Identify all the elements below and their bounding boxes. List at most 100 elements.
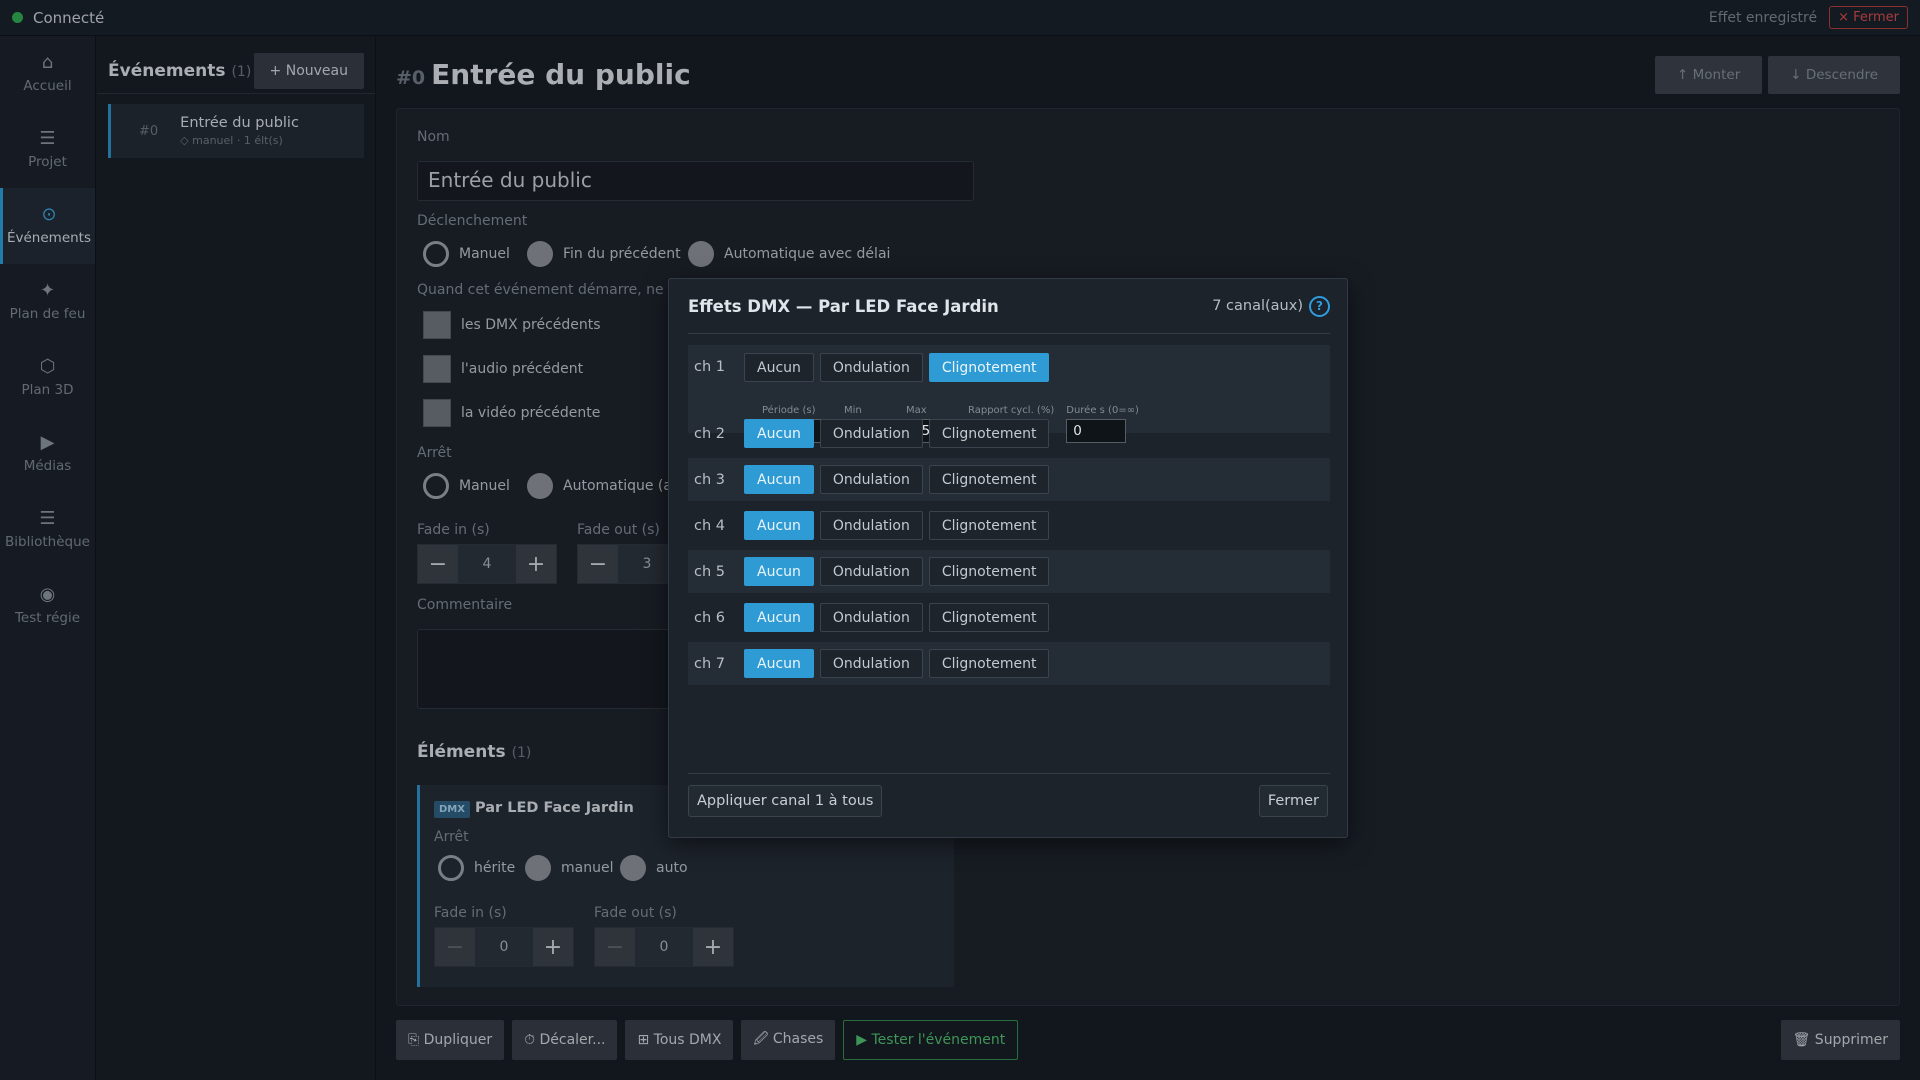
effect-option-none[interactable]: Aucun bbox=[744, 511, 814, 540]
bottom-toolbar: ⎘ Dupliquer ⏱ Décaler... ⊞ Tous DMX 🖉 Ch… bbox=[396, 1020, 1019, 1060]
events-panel-title-wrap: Événements (1) bbox=[108, 61, 251, 81]
sidebar-item-project[interactable]: ☰ Projet bbox=[0, 112, 95, 188]
channel-row: ch 4 Aucun Ondulation Clignotement bbox=[688, 504, 1330, 547]
radio-icon bbox=[620, 855, 646, 881]
sidebar-item-home[interactable]: ⌂ Accueil bbox=[0, 36, 95, 112]
move-up-button[interactable]: ↑ Monter bbox=[1655, 56, 1763, 94]
sidebar-item-test[interactable]: ◉ Test régie bbox=[0, 568, 95, 644]
test-icon: ◉ bbox=[39, 584, 56, 605]
sidebar-item-events[interactable]: ⊙ Événements bbox=[0, 188, 95, 264]
radio-label: Manuel bbox=[459, 246, 510, 262]
effect-option-blink[interactable]: Clignotement bbox=[928, 353, 1050, 382]
shift-button[interactable]: ⏱ Décaler... bbox=[512, 1020, 618, 1060]
fade-in-value[interactable]: 4 bbox=[458, 545, 516, 583]
home-icon: ⌂ bbox=[41, 52, 54, 73]
event-subtitle: ◇ manuel · 1 élt(s) bbox=[180, 134, 283, 147]
library-icon: ☰ bbox=[39, 508, 56, 529]
trigger-after-previous-radio[interactable]: Fin du précédent bbox=[527, 241, 681, 267]
modal-close-button[interactable]: Fermer bbox=[1258, 785, 1328, 817]
sidebar-item-library[interactable]: ☰ Bibliothèque bbox=[0, 492, 95, 568]
events-icon: ⊙ bbox=[41, 204, 57, 225]
trigger-auto-delay-radio[interactable]: Automatique avec délai bbox=[688, 241, 890, 267]
effect-option-none[interactable]: Aucun bbox=[744, 557, 814, 586]
dmx-effects-modal: Effets DMX — Par LED Face Jardin 7 canal… bbox=[668, 278, 1348, 838]
effect-option-blink[interactable]: Clignotement bbox=[928, 511, 1050, 540]
plus-icon[interactable]: + bbox=[516, 545, 556, 583]
events-panel-header: Événements (1) + Nouveau bbox=[97, 36, 375, 94]
effect-option-wave[interactable]: Ondulation bbox=[819, 419, 923, 448]
plus-icon[interactable]: + bbox=[533, 928, 573, 966]
effect-option-wave[interactable]: Ondulation bbox=[819, 465, 923, 494]
sidebar-item-fire-plan[interactable]: ✦ Plan de feu bbox=[0, 264, 95, 340]
radio-label: hérite bbox=[474, 860, 516, 876]
effect-option-none[interactable]: Aucun bbox=[744, 649, 814, 678]
duplicate-button[interactable]: ⎘ Dupliquer bbox=[396, 1020, 505, 1060]
sidebar-item-3d-plan[interactable]: ⬡ Plan 3D bbox=[0, 340, 95, 416]
trigger-manual-radio[interactable]: Manuel bbox=[423, 241, 510, 267]
effect-option-blink[interactable]: Clignotement bbox=[928, 419, 1050, 448]
minus-icon[interactable]: − bbox=[595, 928, 635, 966]
effect-option-wave[interactable]: Ondulation bbox=[819, 557, 923, 586]
channel-label: ch 4 bbox=[694, 517, 725, 534]
all-dmx-button[interactable]: ⊞ Tous DMX bbox=[625, 1020, 734, 1060]
effect-option-wave[interactable]: Ondulation bbox=[819, 649, 923, 678]
modal-footer-divider bbox=[688, 773, 1330, 774]
effect-option-wave[interactable]: Ondulation bbox=[819, 603, 923, 632]
minus-icon[interactable]: − bbox=[435, 928, 475, 966]
element-stop-auto-radio[interactable]: auto bbox=[620, 855, 688, 881]
effect-option-none[interactable]: Aucun bbox=[744, 353, 814, 382]
sidebar-item-media[interactable]: ▶ Médias bbox=[0, 416, 95, 492]
channel-row: ch 6 Aucun Ondulation Clignotement bbox=[688, 596, 1330, 639]
checkbox-icon bbox=[423, 311, 451, 339]
effect-option-wave[interactable]: Ondulation bbox=[819, 511, 923, 540]
elements-count: (1) bbox=[511, 745, 532, 761]
trigger-label: Déclenchement bbox=[417, 213, 528, 229]
channel-label: ch 1 bbox=[694, 359, 725, 375]
effect-option-blink[interactable]: Clignotement bbox=[928, 557, 1050, 586]
channel-row: ch 2 Aucun Ondulation Clignotement bbox=[688, 412, 1330, 455]
effect-option-blink[interactable]: Clignotement bbox=[928, 465, 1050, 494]
delete-button[interactable]: 🗑 Supprimer bbox=[1780, 1020, 1900, 1060]
effect-option-none[interactable]: Aucun bbox=[744, 603, 814, 632]
minus-icon[interactable]: − bbox=[578, 545, 618, 583]
element-stop-manual-radio[interactable]: manuel bbox=[525, 855, 613, 881]
fade-in-stepper: −4 + bbox=[417, 544, 557, 584]
fade-out-label: Fade out (s) bbox=[577, 522, 660, 538]
page-title: #0 Entrée du public bbox=[396, 58, 691, 91]
event-number-title: #0 bbox=[396, 67, 426, 89]
effect-option-blink[interactable]: Clignotement bbox=[928, 649, 1050, 678]
stop-video-checkbox[interactable]: la vidéo précédente bbox=[423, 399, 600, 427]
effect-option-blink[interactable]: Clignotement bbox=[928, 603, 1050, 632]
radio-icon bbox=[527, 473, 553, 499]
effect-option-none[interactable]: Aucun bbox=[744, 465, 814, 494]
channels-count: 7 canal(aux) bbox=[1212, 298, 1303, 314]
apply-channel-to-all-button[interactable]: Appliquer canal 1 à tous bbox=[688, 785, 883, 817]
stop-dmx-checkbox[interactable]: les DMX précédents bbox=[423, 311, 601, 339]
element-fade-in-stepper: −0 + bbox=[434, 927, 574, 967]
name-input[interactable]: Entrée du public bbox=[417, 161, 974, 201]
help-icon[interactable]: ? bbox=[1309, 295, 1330, 317]
radio-icon bbox=[423, 241, 449, 267]
element-stop-inherit-radio[interactable]: hérite bbox=[438, 855, 515, 881]
top-right-area: Effet enregistré × Fermer bbox=[1709, 6, 1908, 29]
event-list-item[interactable]: #0 Entrée du public ◇ manuel · 1 élt(s) bbox=[108, 104, 364, 158]
plus-icon[interactable]: + bbox=[693, 928, 733, 966]
element-stop-label: Arrêt bbox=[434, 829, 469, 845]
new-event-button[interactable]: + Nouveau bbox=[253, 52, 364, 89]
element-fade-out-value[interactable]: 0 bbox=[635, 928, 693, 966]
test-event-button[interactable]: ▶ Tester l'événement bbox=[843, 1020, 1019, 1060]
sidebar-item-label: Projet bbox=[28, 154, 67, 170]
move-down-button[interactable]: ↓ Descendre bbox=[1768, 56, 1900, 94]
effect-option-wave[interactable]: Ondulation bbox=[819, 353, 923, 382]
radio-icon bbox=[525, 855, 551, 881]
minus-icon[interactable]: − bbox=[418, 545, 458, 583]
stop-audio-checkbox[interactable]: l'audio précédent bbox=[423, 355, 583, 383]
sidebar-item-label: Événements bbox=[6, 230, 92, 246]
effect-option-none[interactable]: Aucun bbox=[744, 419, 814, 448]
element-fade-in-value[interactable]: 0 bbox=[475, 928, 533, 966]
top-close-button[interactable]: × Fermer bbox=[1829, 6, 1908, 29]
stop-auto-radio[interactable]: Automatique (apr bbox=[527, 473, 687, 499]
project-icon: ☰ bbox=[39, 128, 56, 149]
stop-manual-radio[interactable]: Manuel bbox=[423, 473, 510, 499]
chases-button[interactable]: 🖉 Chases bbox=[741, 1020, 836, 1060]
